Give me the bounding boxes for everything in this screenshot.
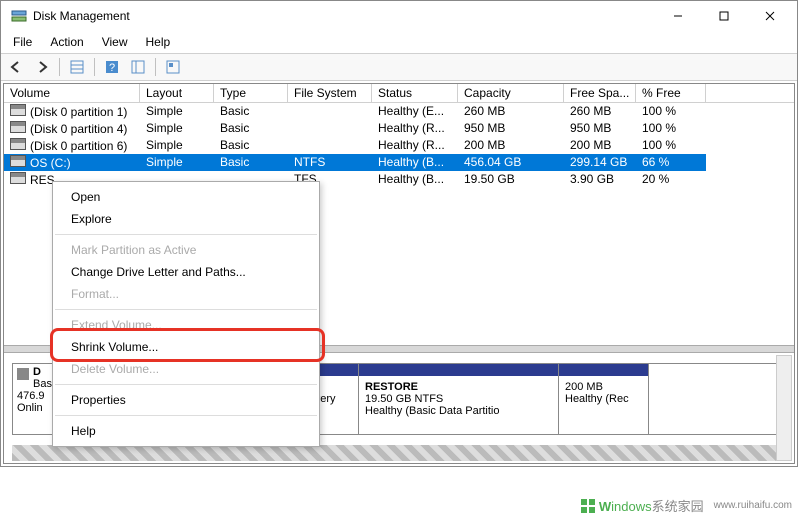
ctx-extend: Extend Volume... [53, 314, 319, 336]
col-layout[interactable]: Layout [140, 84, 214, 102]
ctx-help[interactable]: Help [53, 420, 319, 442]
table-row[interactable]: (Disk 0 partition 1)SimpleBasicHealthy (… [4, 103, 794, 120]
ctx-properties[interactable]: Properties [53, 389, 319, 411]
menu-view[interactable]: View [94, 33, 136, 51]
partition-cell[interactable]: RESTORE19.50 GB NTFSHealthy (Basic Data … [359, 364, 559, 434]
toolbar-separator [94, 58, 95, 76]
ctx-separator [55, 309, 317, 310]
list-view-button[interactable] [66, 56, 88, 78]
col-capacity[interactable]: Capacity [458, 84, 564, 102]
disk-status: Onlin [17, 402, 43, 414]
table-row[interactable]: (Disk 0 partition 6)SimpleBasicHealthy (… [4, 137, 794, 154]
ctx-explore[interactable]: Explore [53, 208, 319, 230]
partition-cell[interactable]: 200 MBHealthy (Rec [559, 364, 649, 434]
unallocated-bar [12, 445, 786, 461]
table-body: (Disk 0 partition 1)SimpleBasicHealthy (… [4, 103, 794, 188]
col-filesystem[interactable]: File System [288, 84, 372, 102]
watermark-brand: Windows系统家园 [599, 496, 704, 515]
col-status[interactable]: Status [372, 84, 458, 102]
ctx-separator [55, 415, 317, 416]
table-header: Volume Layout Type File System Status Ca… [4, 84, 794, 103]
svg-text:?: ? [109, 62, 115, 74]
detail-view-button[interactable] [127, 56, 149, 78]
col-free[interactable]: Free Spa... [564, 84, 636, 102]
ctx-change-letter[interactable]: Change Drive Letter and Paths... [53, 261, 319, 283]
ctx-open[interactable]: Open [53, 186, 319, 208]
disk-icon [17, 368, 29, 380]
volume-table: Volume Layout Type File System Status Ca… [4, 84, 794, 188]
help-button[interactable]: ? [101, 56, 123, 78]
window-title: Disk Management [33, 9, 655, 23]
maximize-button[interactable] [701, 1, 747, 31]
minimize-button[interactable] [655, 1, 701, 31]
disk-size: 476.9 [17, 390, 45, 402]
app-icon [11, 8, 27, 24]
ctx-mark-active: Mark Partition as Active [53, 239, 319, 261]
table-row[interactable]: OS (C:)SimpleBasicNTFSHealthy (B...456.0… [4, 154, 794, 171]
menubar: File Action View Help [1, 31, 797, 53]
menu-action[interactable]: Action [42, 33, 91, 51]
toolbar-separator [59, 58, 60, 76]
close-button[interactable] [747, 1, 793, 31]
properties-button[interactable] [162, 56, 184, 78]
table-row[interactable]: (Disk 0 partition 4)SimpleBasicHealthy (… [4, 120, 794, 137]
toolbar: ? [1, 53, 797, 81]
col-volume[interactable]: Volume [4, 84, 140, 102]
watermark-url: www.ruihaifu.com [714, 500, 792, 511]
watermark: Windows系统家园 www.ruihaifu.com [581, 496, 792, 515]
scrollbar[interactable] [776, 355, 792, 461]
menu-file[interactable]: File [5, 33, 40, 51]
forward-button[interactable] [31, 56, 53, 78]
back-button[interactable] [5, 56, 27, 78]
ctx-shrink[interactable]: Shrink Volume... [53, 336, 319, 358]
col-type[interactable]: Type [214, 84, 288, 102]
col-percent-free[interactable]: % Free [636, 84, 706, 102]
ctx-separator [55, 234, 317, 235]
toolbar-separator [155, 58, 156, 76]
ctx-format: Format... [53, 283, 319, 305]
context-menu: Open Explore Mark Partition as Active Ch… [52, 181, 320, 447]
ctx-delete: Delete Volume... [53, 358, 319, 380]
menu-help[interactable]: Help [138, 33, 179, 51]
ctx-separator [55, 384, 317, 385]
windows-flag-icon [581, 499, 595, 513]
titlebar: Disk Management [1, 1, 797, 31]
disk-label: D [33, 366, 41, 378]
